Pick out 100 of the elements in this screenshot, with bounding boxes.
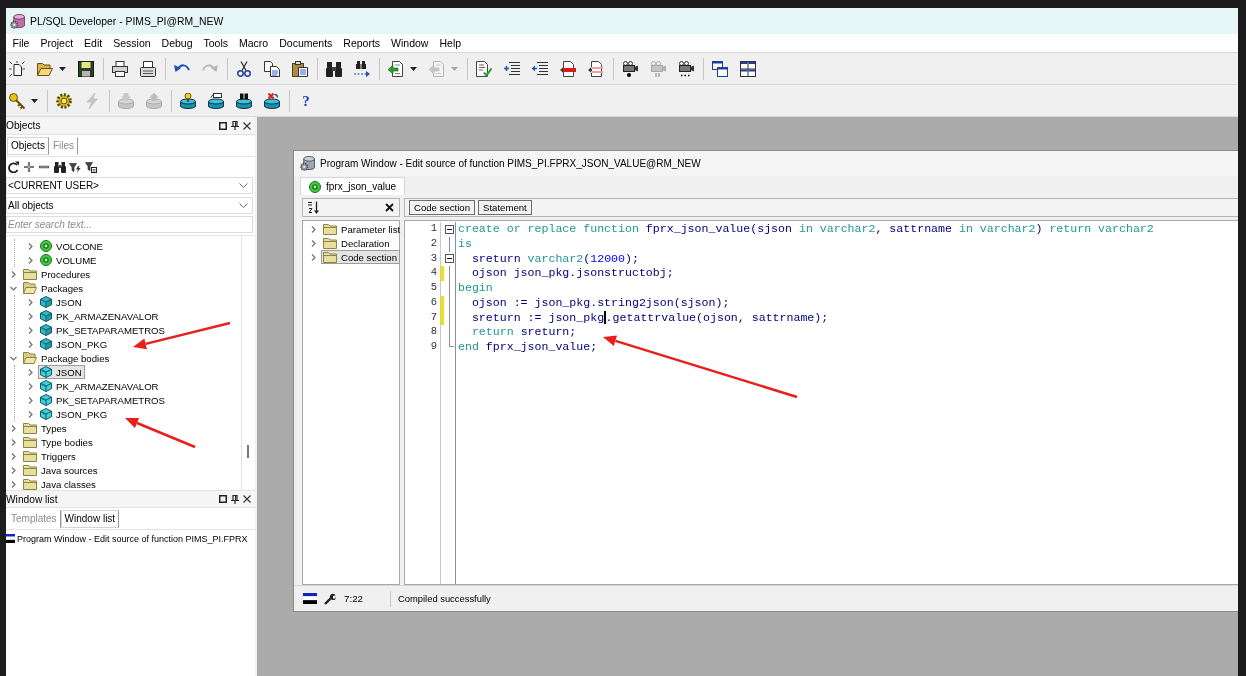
float-window-icon[interactable] <box>219 495 227 503</box>
cube-icon <box>40 366 52 378</box>
line-number: 5 <box>429 281 438 295</box>
funnel-icon[interactable] <box>69 160 81 173</box>
chevron-right-icon[interactable] <box>310 239 317 247</box>
search-field[interactable]: Enter search text... <box>6 216 253 233</box>
menu-item[interactable]: File <box>7 34 35 52</box>
tree-item[interactable]: PK_ARMAZENAVALOR <box>38 309 162 323</box>
tree-item[interactable]: Type bodies <box>21 435 96 449</box>
close-icon[interactable] <box>243 121 251 130</box>
menu-item[interactable]: Macro <box>233 34 274 52</box>
help-button[interactable]: ? <box>295 88 317 113</box>
close-icon[interactable] <box>243 495 251 503</box>
tree-item[interactable]: PK_SETAPARAMETROS <box>38 393 168 407</box>
funnel-icon[interactable] <box>84 160 97 173</box>
pin-icon[interactable] <box>231 494 239 504</box>
tree-item[interactable]: JSON_PKG <box>38 337 111 351</box>
owner-dropdown[interactable]: <CURRENT USER> <box>6 177 253 194</box>
tree-item[interactable]: Declaration <box>321 236 393 250</box>
menu-item[interactable]: Window <box>385 34 434 52</box>
folder-icon <box>23 436 37 448</box>
chevron-down-icon[interactable] <box>10 354 17 362</box>
line-number: 7 <box>429 310 438 325</box>
chevron-right-icon[interactable] <box>10 424 17 432</box>
section-button[interactable]: Statement <box>478 200 532 215</box>
tree-item[interactable]: Triggers <box>21 449 79 463</box>
disc-icon <box>40 240 52 252</box>
wrench-icon <box>324 592 336 605</box>
tree-item[interactable]: PK_SETAPARAMETROS <box>38 323 168 337</box>
refresh-icon[interactable] <box>7 160 19 173</box>
tree-item[interactable]: Types <box>21 421 70 435</box>
float-window-icon[interactable] <box>219 121 227 130</box>
menu-item[interactable]: Reports <box>337 34 386 52</box>
code-line: is <box>458 236 472 252</box>
tree-item[interactable]: JSON <box>38 295 85 309</box>
chevron-right-icon[interactable] <box>27 340 34 348</box>
line-number: 9 <box>429 340 438 354</box>
panel-tab[interactable]: Window list <box>60 509 120 528</box>
tree-item[interactable]: Procedures <box>21 267 94 281</box>
chevron-right-icon[interactable] <box>27 256 34 264</box>
chevron-right-icon[interactable] <box>27 382 34 390</box>
object-type-dropdown[interactable]: All objects <box>6 197 253 214</box>
chevron-right-icon[interactable] <box>27 242 34 250</box>
tree-item[interactable]: Parameter list <box>321 222 404 236</box>
chevron-right-icon[interactable] <box>27 312 34 320</box>
window-list-item[interactable]: Program Window - Edit source of function PIMS_PI.FPRX <box>6 531 255 546</box>
tree-item[interactable]: Packages <box>21 281 87 295</box>
binoculars-arrow-icon <box>354 60 370 77</box>
document-arrow-icon <box>388 60 404 77</box>
menu-item[interactable]: Documents <box>273 34 338 52</box>
menu-item[interactable]: Debug <box>156 34 198 52</box>
tree-item[interactable]: PK_ARMAZENAVALOR <box>38 379 162 393</box>
scroll-thumb[interactable] <box>247 445 249 458</box>
chevron-down-icon[interactable] <box>10 284 17 292</box>
tree-item[interactable]: Java classes <box>21 477 99 490</box>
database-binoculars-icon <box>236 92 252 109</box>
menu-item[interactable]: Tools <box>198 34 234 52</box>
tree-item[interactable]: Code section <box>321 250 400 264</box>
pin-icon[interactable] <box>231 121 239 130</box>
tree-item[interactable]: Java sources <box>21 463 101 477</box>
tree-item[interactable]: JSON <box>38 365 85 379</box>
chevron-right-icon[interactable] <box>27 368 34 376</box>
menu-item[interactable]: Help <box>433 34 467 52</box>
chevron-right-icon[interactable] <box>27 326 34 334</box>
chevron-right-icon[interactable] <box>310 253 317 261</box>
code-line: end fprx_json_value; <box>458 340 598 355</box>
menu-item[interactable]: Edit <box>78 34 108 52</box>
chevron-right-icon[interactable] <box>310 225 317 233</box>
folder-icon <box>23 450 37 462</box>
chevron-right-icon[interactable] <box>10 270 17 278</box>
chevron-right-icon[interactable] <box>10 452 17 460</box>
collapse-icon[interactable] <box>445 254 454 264</box>
chevron-right-icon[interactable] <box>27 298 34 306</box>
binoculars-icon[interactable] <box>53 160 66 173</box>
chevron-right-icon[interactable] <box>27 396 34 404</box>
chevron-right-icon[interactable] <box>10 438 17 446</box>
close-icon[interactable] <box>385 203 394 212</box>
binoculars-icon <box>326 60 342 77</box>
cube-icon <box>40 408 52 420</box>
sort-icon[interactable] <box>307 201 320 214</box>
plus-icon[interactable] <box>22 160 35 173</box>
tree-item[interactable]: Package bodies <box>21 351 113 365</box>
chevron-right-icon[interactable] <box>27 410 34 418</box>
document-tab[interactable]: fprx_json_value <box>300 177 406 195</box>
collapse-icon[interactable] <box>445 224 454 234</box>
tree-item[interactable]: VOLCONE <box>38 239 106 253</box>
chevron-right-icon[interactable] <box>10 466 17 474</box>
code-line: return sreturn; <box>470 325 577 340</box>
panel-tab[interactable]: Templates <box>7 509 61 528</box>
code-line: begin <box>458 281 493 296</box>
panel-tab[interactable]: Files <box>48 136 79 155</box>
chevron-right-icon[interactable] <box>10 480 17 488</box>
section-button[interactable]: Code section <box>409 200 475 215</box>
cube-icon <box>40 324 52 336</box>
menu-item[interactable]: Session <box>107 34 157 52</box>
menu-item[interactable]: Project <box>34 34 79 52</box>
tree-item[interactable]: VOLUME <box>38 253 100 267</box>
tree-item[interactable]: JSON_PKG <box>38 407 111 421</box>
panel-tab[interactable]: Objects <box>7 136 49 155</box>
folder-icon <box>323 237 337 249</box>
